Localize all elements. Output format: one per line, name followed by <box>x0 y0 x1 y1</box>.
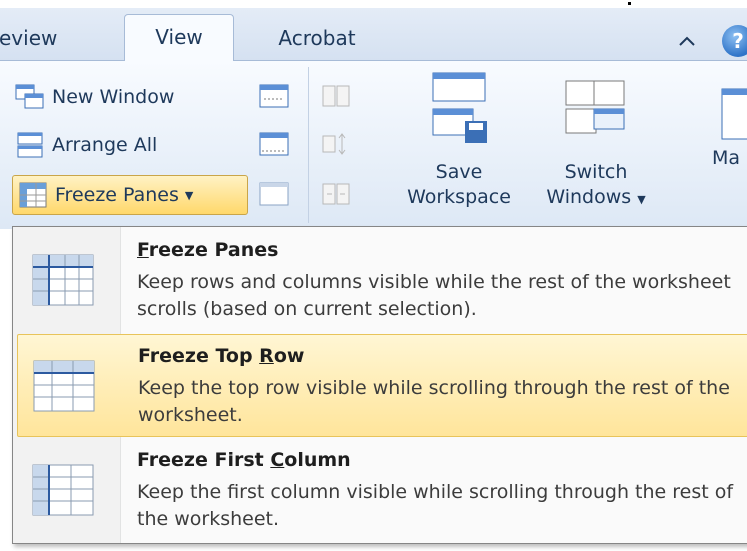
title-dot <box>628 2 631 5</box>
menu-item-description: Keep rows and columns visible while the … <box>137 271 731 320</box>
menu-item-description: Keep the top row visible while scrolling… <box>138 377 730 426</box>
new-window-button[interactable]: New Window <box>14 79 174 115</box>
freeze-panes-icon <box>17 181 49 209</box>
freeze-top-row-icon <box>33 360 95 412</box>
arrange-all-label: Arrange All <box>52 134 158 156</box>
menu-item-title: Freeze First Column <box>137 449 351 471</box>
new-window-label: New Window <box>52 86 175 108</box>
switch-windows-label-2: Windows ▼ <box>546 186 646 208</box>
menu-item-freeze-first-column[interactable]: Freeze First Column Keep the first colum… <box>17 439 747 542</box>
caret-up-icon[interactable] <box>676 30 698 52</box>
arrange-all-icon <box>14 131 46 159</box>
save-workspace-icon <box>432 72 487 143</box>
hide-window-icon[interactable] <box>258 131 290 157</box>
switch-windows-icon <box>565 80 625 134</box>
reset-window-position-icon[interactable] <box>320 181 352 207</box>
switch-windows-label-1: Switch <box>564 161 628 183</box>
chevron-down-icon: ▼ <box>637 193 646 206</box>
title-strip <box>0 0 747 8</box>
save-workspace-label-2: Workspace <box>407 186 511 208</box>
menu-item-title: Freeze Panes <box>137 239 279 261</box>
tab-acrobat[interactable]: Acrobat <box>262 16 372 60</box>
new-window-icon <box>14 83 46 111</box>
tab-review[interactable]: Review <box>0 16 98 60</box>
view-side-by-side-icon[interactable] <box>320 83 352 109</box>
unhide-window-icon[interactable] <box>258 181 290 207</box>
menu-item-freeze-top-row[interactable]: Freeze Top Row Keep the top row visible … <box>17 334 747 437</box>
macros-icon <box>721 88 747 140</box>
group-separator <box>308 67 309 223</box>
menu-item-freeze-panes[interactable]: Freeze Panes Keep rows and columns visib… <box>17 229 747 332</box>
split-window-icon[interactable] <box>258 83 290 109</box>
help-icon[interactable]: ? <box>722 25 747 57</box>
switch-windows-button[interactable]: Switch Windows ▼ <box>526 67 666 212</box>
menu-item-title: Freeze Top Row <box>138 345 305 367</box>
arrange-all-button[interactable]: Arrange All <box>14 127 157 163</box>
tab-view[interactable]: View <box>124 14 234 62</box>
macros-button[interactable]: Ma <box>712 67 747 171</box>
freeze-panes-button[interactable]: Freeze Panes ▼ <box>12 175 248 215</box>
freeze-first-column-icon <box>32 464 94 516</box>
save-workspace-button[interactable]: Save Workspace <box>400 67 518 210</box>
menu-item-description: Keep the first column visible while scro… <box>137 481 734 530</box>
freeze-panes-label: Freeze Panes <box>55 184 179 206</box>
ribbon-tab-bar: Review View Acrobat ? <box>0 8 747 62</box>
ribbon-view-panel: New Window Arrange All Freeze Panes ▼ Sa… <box>0 61 747 229</box>
freeze-panes-menu: Freeze Panes Keep rows and columns visib… <box>12 226 747 544</box>
freeze-panes-icon <box>32 254 94 306</box>
chevron-down-icon: ▼ <box>184 188 194 202</box>
save-workspace-label-1: Save <box>435 161 483 183</box>
synchronous-scrolling-icon[interactable] <box>320 131 352 157</box>
